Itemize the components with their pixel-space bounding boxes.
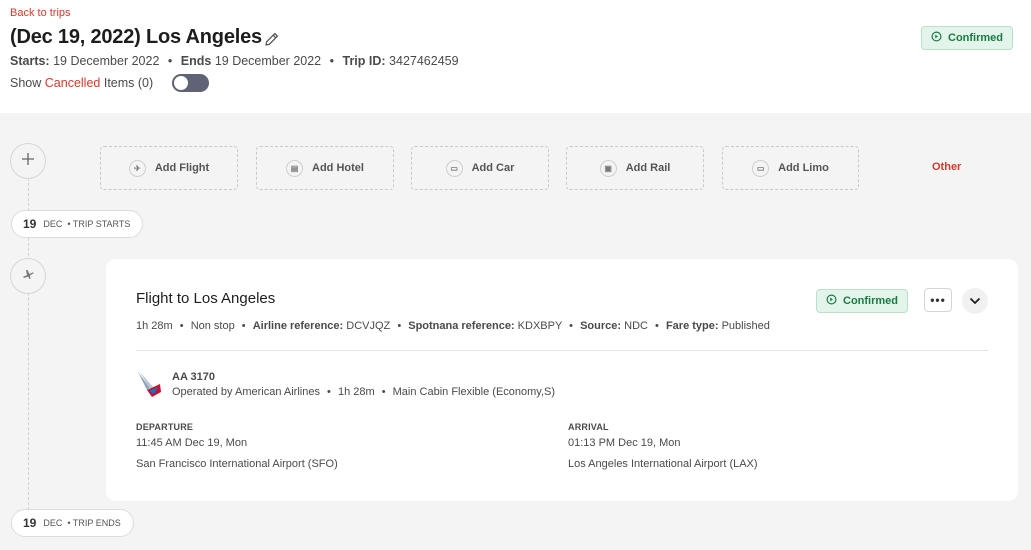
spotnana-ref-label: Spotnana reference: xyxy=(408,320,515,332)
cabin-class: Main Cabin Flexible (Economy,S) xyxy=(392,386,556,398)
bed-icon: ▤ xyxy=(286,159,304,177)
back-to-trips-link[interactable]: Back to trips xyxy=(10,7,71,19)
separator-dot: • xyxy=(327,386,331,398)
show-cancelled-toggle[interactable] xyxy=(172,74,209,92)
add-hotel-label: Add Hotel xyxy=(312,162,364,174)
start-day: 19 xyxy=(23,217,37,231)
separator-dot: • xyxy=(167,54,173,68)
flight-status-badge: Confirmed xyxy=(816,289,908,313)
trip-end-pill: 19 DEC • TRIP ENDS xyxy=(11,509,134,537)
separator-dot: • xyxy=(329,54,335,68)
flight-operator-line: Operated by American Airlines • 1h 28m •… xyxy=(172,386,555,398)
add-flight-button[interactable]: ✈ Add Flight xyxy=(100,146,238,190)
start-month: DEC xyxy=(43,219,63,229)
flight-duration: 1h 28m xyxy=(136,320,173,332)
flight-status-text: Confirmed xyxy=(843,295,898,307)
flight-timeline-marker xyxy=(10,258,46,294)
train-icon: ▣ xyxy=(599,159,617,177)
pencil-icon[interactable] xyxy=(263,30,281,48)
show-cancelled-label: Show Cancelled Items (0) xyxy=(10,76,153,90)
departure-airport: San Francisco International Airport (SFO… xyxy=(136,458,338,470)
flight-stops: Non stop xyxy=(190,320,235,332)
starts-value: 19 December 2022 xyxy=(53,54,160,68)
trip-id-value: 3427462459 xyxy=(389,54,459,68)
source-value: NDC xyxy=(624,320,648,332)
arrival-label: ARRIVAL xyxy=(568,422,609,432)
plus-icon xyxy=(21,152,35,171)
toggle-knob xyxy=(174,76,188,90)
arrival-airport: Los Angeles International Airport (LAX) xyxy=(568,458,758,470)
separator-dot: • xyxy=(397,320,402,332)
departure-label: DEPARTURE xyxy=(136,422,194,432)
end-day: 19 xyxy=(23,516,37,530)
add-rail-label: Add Rail xyxy=(625,162,671,174)
add-limo-button[interactable]: ▭ Add Limo xyxy=(722,146,859,190)
plane-icon xyxy=(21,267,35,286)
add-rail-button[interactable]: ▣ Add Rail xyxy=(566,146,704,190)
arrival-time: 01:13 PM Dec 19, Mon xyxy=(568,437,681,449)
separator-dot: • xyxy=(381,386,386,398)
separator-dot: • xyxy=(179,320,184,332)
flight-title: Flight to Los Angeles xyxy=(136,290,276,307)
trip-status-badge: Confirmed xyxy=(921,26,1013,50)
limo-icon: ▭ xyxy=(752,159,770,177)
trip-status-text: Confirmed xyxy=(948,32,1003,44)
ends-label: Ends xyxy=(180,54,212,68)
fare-type-label: Fare type: xyxy=(665,320,719,332)
trip-dates-line: Starts: 19 December 2022 • Ends 19 Decem… xyxy=(10,54,459,68)
flight-meta-line: 1h 28m • Non stop • Airline reference: D… xyxy=(136,320,770,332)
trip-start-pill: 19 DEC • TRIP STARTS xyxy=(11,210,144,238)
segment-duration: 1h 28m xyxy=(337,386,375,398)
check-circle-icon xyxy=(826,294,837,308)
flight-number: AA 3170 xyxy=(172,371,216,383)
fare-type-value: Published xyxy=(721,320,770,332)
starts-label: Starts: xyxy=(10,54,50,68)
add-flight-label: Add Flight xyxy=(154,162,210,174)
car-icon: ▭ xyxy=(445,159,463,177)
trip-header: Back to trips (Dec 19, 2022) Los Angeles… xyxy=(0,0,1031,113)
airline-ref-label: Airline reference: xyxy=(252,320,344,332)
show-prefix: Show xyxy=(10,76,42,90)
add-car-button[interactable]: ▭ Add Car xyxy=(411,146,549,190)
spotnana-ref-value: KDXBPY xyxy=(517,320,563,332)
show-suffix: Items (0) xyxy=(103,76,154,90)
trip-id-label: Trip ID: xyxy=(342,54,386,68)
more-options-button[interactable]: ••• xyxy=(924,288,952,312)
check-circle-icon xyxy=(931,31,942,45)
airline-ref-value: DCVJQZ xyxy=(346,320,391,332)
add-car-label: Add Car xyxy=(471,162,515,174)
american-airlines-logo xyxy=(136,370,162,398)
operated-by: Operated by American Airlines xyxy=(172,386,320,398)
plane-icon: ✈ xyxy=(128,159,146,177)
add-limo-label: Add Limo xyxy=(778,162,829,174)
end-month: DEC xyxy=(43,518,63,528)
chevron-down-icon xyxy=(969,292,981,310)
separator-dot: • xyxy=(241,320,246,332)
divider xyxy=(136,350,988,351)
source-label: Source: xyxy=(580,320,622,332)
separator-dot: • xyxy=(655,320,659,332)
page-title: (Dec 19, 2022) Los Angeles xyxy=(10,26,262,48)
end-label: • TRIP ENDS xyxy=(67,518,121,528)
start-label: • TRIP STARTS xyxy=(67,219,131,229)
separator-dot: • xyxy=(569,320,574,332)
ends-value: 19 December 2022 xyxy=(214,54,322,68)
other-link[interactable]: Other xyxy=(932,161,961,173)
add-item-button[interactable] xyxy=(10,143,46,179)
departure-time: 11:45 AM Dec 19, Mon xyxy=(136,437,248,449)
add-hotel-button[interactable]: ▤ Add Hotel xyxy=(256,146,394,190)
show-cancelled-word: Cancelled xyxy=(44,76,101,90)
expand-button[interactable] xyxy=(962,288,988,314)
